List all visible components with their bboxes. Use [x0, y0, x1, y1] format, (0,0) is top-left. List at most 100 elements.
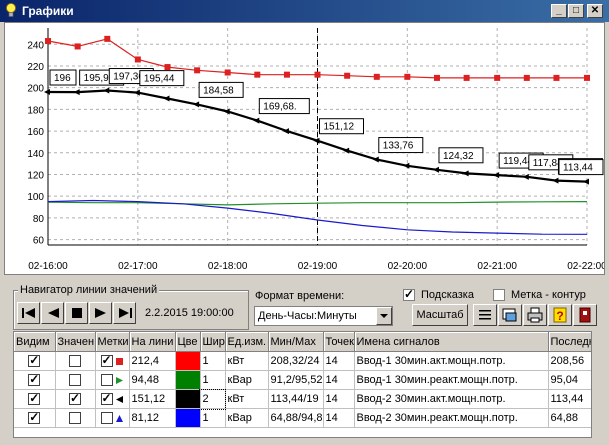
visible-checkbox[interactable] — [28, 391, 41, 406]
column-header[interactable]: Мин/Мах — [268, 332, 324, 352]
cell-marks[interactable] — [95, 351, 130, 371]
cell-color[interactable] — [175, 370, 201, 390]
cell-marks[interactable] — [95, 389, 130, 409]
visible-checkbox[interactable] — [28, 410, 41, 425]
table-row[interactable]: 151,12 2кВт113,44/1914Ввод-2 30мин.акт.мо… — [14, 388, 591, 410]
dropdown-button[interactable] — [376, 307, 392, 325]
data-point-marker — [462, 170, 469, 177]
title-bar[interactable]: Графики _ □ ✕ — [0, 0, 609, 22]
visible-checkbox[interactable] — [28, 353, 41, 368]
stop-icon — [72, 308, 82, 318]
data-point-marker — [463, 74, 470, 81]
x-tick-label: 02-22:00 — [567, 261, 604, 272]
signals-table[interactable]: Видим Значен Метки На лини Цве Шир Ед.изм. Мин/… — [13, 331, 592, 438]
print-button[interactable] — [523, 304, 547, 326]
y-tick-label: 140 — [27, 149, 44, 160]
cell-visible[interactable] — [14, 351, 56, 371]
nav-next-button[interactable] — [89, 302, 112, 324]
minimize-button[interactable]: _ — [551, 4, 567, 18]
list-button[interactable] — [473, 304, 497, 326]
line-chart[interactable]: 60 80 100 120 140 160 180 200 220 240 02-16:00 02-1… — [5, 23, 607, 274]
marks-checkbox[interactable] — [100, 412, 113, 425]
column-header[interactable]: Цве — [175, 332, 201, 352]
nav-last-button[interactable] — [113, 302, 136, 324]
cell-on-line: 212,4 — [129, 351, 176, 371]
help-button[interactable]: ? — [548, 304, 572, 326]
table-row[interactable]: 94,48 1кВар91,2/95,5214Ввод-1 30мин.реакт… — [14, 370, 591, 390]
column-header[interactable]: Метки — [95, 332, 130, 352]
cell-value[interactable] — [55, 408, 96, 428]
color-swatch[interactable] — [175, 390, 199, 408]
chart-panel[interactable]: 60 80 100 120 140 160 180 200 220 240 02-16:00 02-1… — [4, 22, 607, 275]
cell-color[interactable] — [175, 389, 201, 409]
color-swatch[interactable] — [175, 371, 199, 389]
cell-color[interactable] — [175, 351, 201, 371]
column-header[interactable]: На лини — [129, 332, 176, 352]
cell-marks[interactable] — [95, 408, 130, 428]
column-header[interactable]: Точек — [323, 332, 355, 352]
contour-label: Метка - контур — [511, 289, 586, 301]
column-header[interactable]: Последнее — [548, 332, 591, 352]
exit-button[interactable] — [573, 304, 597, 326]
cell-value[interactable] — [55, 351, 96, 371]
column-header[interactable]: Видим — [14, 332, 56, 352]
cell-width[interactable]: 1 — [200, 351, 226, 371]
cell-on-line: 81,12 — [129, 408, 176, 428]
nav-prev-button[interactable] — [41, 302, 64, 324]
column-header[interactable]: Ед.изм. — [225, 332, 269, 352]
close-button[interactable]: ✕ — [587, 4, 603, 18]
cell-signal-name: Ввод-1 30мин.акт.мощн.потр. — [354, 351, 549, 371]
x-tick-label: 02-17:00 — [118, 261, 158, 272]
column-header[interactable]: Имена сигналов — [354, 332, 549, 352]
table-row[interactable]: 212,4 1кВт208,32/2414Ввод-1 30мин.акт.мощ… — [14, 351, 591, 371]
export-icon — [502, 308, 517, 322]
value-checkbox[interactable] — [69, 391, 81, 406]
y-tick-label: 220 — [27, 62, 44, 73]
export-button[interactable] — [498, 304, 522, 326]
value-checkbox[interactable] — [69, 374, 81, 387]
cell-width[interactable]: 2 — [199, 388, 226, 410]
column-header[interactable]: Шир — [200, 332, 226, 352]
value-checkbox[interactable] — [69, 355, 81, 368]
cell-signal-name: Ввод-2 30мин.реакт.мощн.потр. — [354, 408, 549, 428]
x-tick-label: 02-19:00 — [298, 261, 338, 272]
cell-value[interactable] — [55, 370, 96, 390]
cell-width[interactable]: 1 — [200, 370, 226, 390]
cell-visible[interactable] — [14, 408, 56, 428]
table-row[interactable]: 81,12 1кВар64,88/94,814Ввод-2 30мин.реакт… — [14, 408, 591, 428]
cell-visible[interactable] — [14, 370, 56, 390]
exit-door-icon — [579, 307, 591, 323]
cell-signal-name: Ввод-2 30мин.акт.мощн.потр. — [354, 389, 549, 409]
cell-points: 14 — [323, 389, 355, 409]
maximize-button[interactable]: □ — [568, 4, 584, 18]
nav-stop-button[interactable] — [65, 302, 88, 324]
hint-checkbox[interactable] — [403, 287, 415, 301]
marks-checkbox[interactable] — [100, 391, 113, 406]
data-point-marker — [163, 95, 170, 102]
column-header[interactable]: Значен — [55, 332, 96, 352]
time-format-select[interactable]: День-Часы:Минуты — [254, 306, 393, 326]
step-forward-icon — [95, 308, 106, 318]
marks-checkbox[interactable] — [100, 374, 113, 387]
cell-visible[interactable] — [14, 389, 56, 409]
value-checkbox[interactable] — [69, 412, 81, 425]
color-swatch[interactable] — [175, 409, 199, 427]
contour-checkbox[interactable] — [493, 289, 505, 301]
skip-first-icon — [22, 308, 35, 318]
y-tick-label: 180 — [27, 105, 44, 116]
data-point-marker — [254, 71, 261, 78]
nav-first-button[interactable] — [17, 302, 40, 324]
marks-checkbox[interactable] — [100, 353, 113, 368]
cell-marks[interactable] — [95, 370, 130, 390]
cell-color[interactable] — [175, 408, 201, 428]
data-point-marker — [74, 43, 81, 50]
cell-value[interactable] — [55, 389, 96, 409]
data-point-marker — [224, 69, 231, 76]
cell-last: 95,04 — [548, 370, 591, 390]
data-point-marker — [45, 38, 51, 45]
lightbulb-icon — [6, 3, 16, 17]
visible-checkbox[interactable] — [28, 372, 41, 387]
color-swatch[interactable] — [175, 352, 199, 370]
cell-width[interactable]: 1 — [200, 408, 226, 428]
scale-button[interactable]: Масштаб — [412, 304, 468, 326]
